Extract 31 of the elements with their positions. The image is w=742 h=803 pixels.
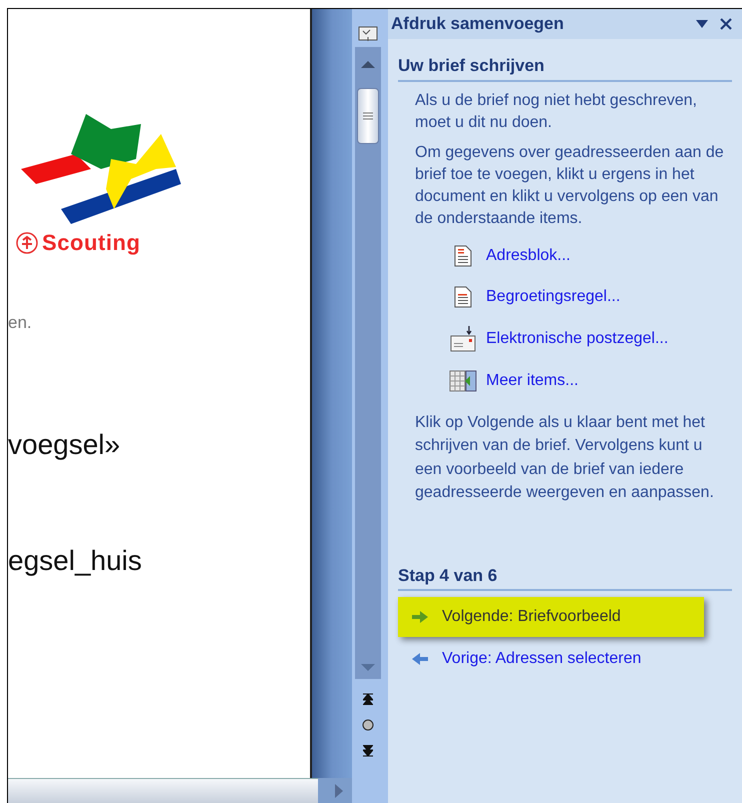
right-arrow-icon [412, 611, 428, 623]
previous-page-icon[interactable] [363, 693, 373, 705]
insert-link[interactable]: Begroetingsregel... [486, 284, 620, 308]
close-icon[interactable] [720, 18, 732, 30]
document-icon [454, 244, 472, 266]
document-text: voegsel» [8, 431, 122, 459]
instruction-text: Om gegevens over geadresseerden aan de brief toe te voegen, klikt u ergens in het document en klikt u vervolgens op een van de onderstaande items. [415, 142, 725, 228]
scroll-up-icon[interactable] [361, 61, 375, 68]
insert-link[interactable]: Meer items... [486, 368, 578, 392]
section-title: Uw brief schrijven [398, 53, 732, 82]
document-text: egsel_huis [8, 547, 143, 575]
table-icon [449, 370, 477, 392]
step-link[interactable]: Volgende: Briefvoorbeeld [398, 597, 704, 637]
section-title: Stap 4 van 6 [398, 562, 732, 591]
instruction-text: Als u de brief nog niet hebt geschreven, moet u dit nu doen. [415, 90, 698, 132]
scroll-thumb[interactable] [357, 88, 379, 144]
document-text: en. [8, 314, 33, 331]
emblem-icon [16, 232, 38, 254]
dropdown-icon[interactable] [696, 20, 708, 28]
next-page-icon[interactable] [363, 745, 373, 757]
insert-link[interactable]: Elektronische postzegel... [486, 326, 668, 350]
pane-title: Afdruk samenvoegen [391, 13, 565, 36]
envelope-icon [450, 326, 476, 352]
document-icon [454, 286, 472, 308]
insert-link[interactable]: Adresblok... [486, 244, 570, 268]
step-link[interactable]: Vorige: Adressen selecteren [398, 639, 704, 679]
instruction-text: Klik op Volgende als u klaar bent met het schrijven van de brief. Vervolgens kunt u een voorbeeld van de brief van iedere geadresseerde weergeven en aanpassen. [415, 412, 715, 503]
logo-wordmark: Scouting [42, 229, 141, 257]
left-arrow-icon [412, 653, 428, 665]
grip-icon [363, 112, 373, 120]
browse-object-icon[interactable] [362, 719, 374, 731]
